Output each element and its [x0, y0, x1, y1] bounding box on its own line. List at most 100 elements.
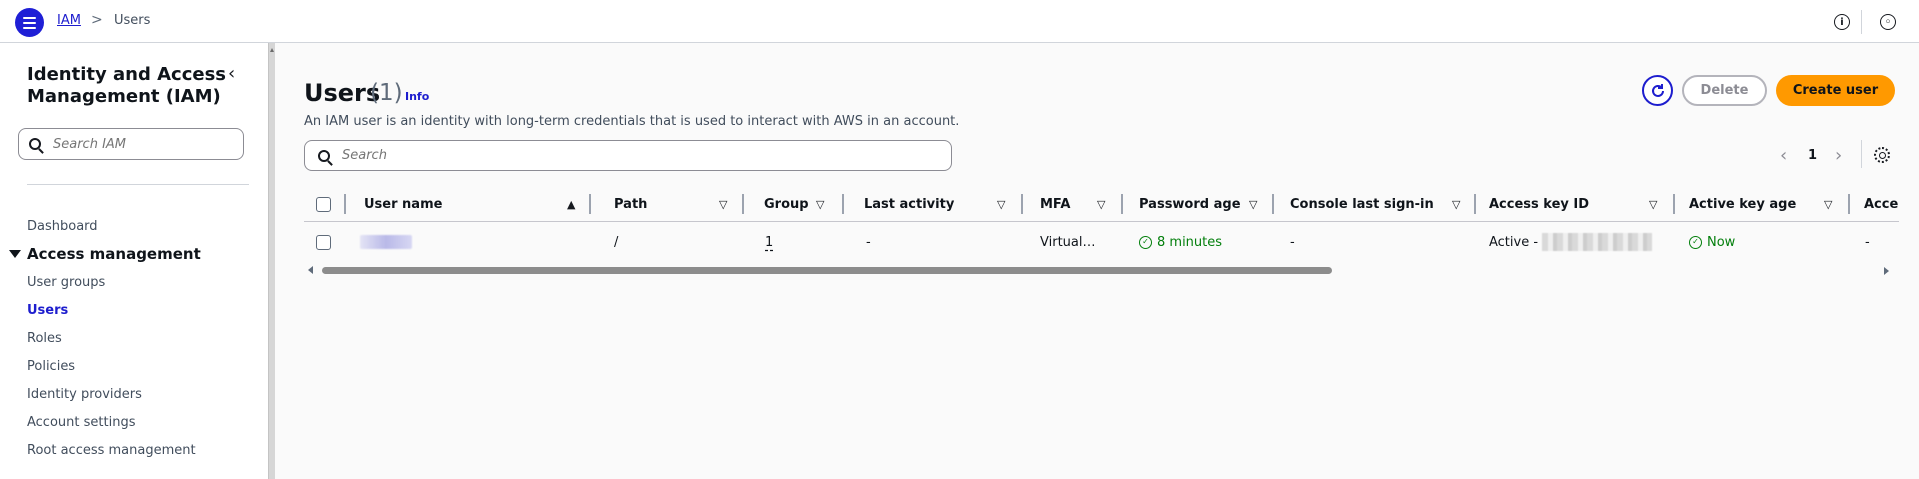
column-label: Groups [764, 196, 808, 212]
create-user-button[interactable]: Create user [1776, 75, 1895, 106]
sidebar-search-input[interactable] [53, 136, 233, 152]
sort-icon[interactable]: ▽ [1824, 198, 1832, 211]
column-header-mfa[interactable]: MFA ▽ [1040, 186, 1124, 222]
mfa-cell: Virtual… [1040, 234, 1096, 250]
user-name-link-redacted[interactable] [360, 235, 412, 249]
info-link[interactable]: Info [405, 90, 429, 103]
caret-down-icon [9, 250, 21, 258]
column-resizer[interactable] [1848, 194, 1850, 214]
sidebar-divider [27, 184, 249, 185]
sort-icon[interactable]: ▽ [1249, 198, 1257, 211]
sidebar-item-account-settings[interactable]: Account settings [27, 415, 135, 430]
menu-icon[interactable] [15, 8, 44, 37]
users-table: User name ▲ Path ▽ Groups ▽ Last activit… [304, 186, 1899, 262]
column-resizer[interactable] [344, 194, 346, 214]
sidebar-item-users[interactable]: Users [27, 303, 68, 318]
sort-ascending-icon[interactable]: ▲ [567, 198, 575, 211]
table-preferences-gear-icon[interactable] [1874, 147, 1890, 163]
row-checkbox-cell [316, 222, 331, 262]
sidebar: Identity and Access Management (IAM) ‹ D… [0, 43, 268, 479]
sidebar-item-user-groups[interactable]: User groups [27, 275, 105, 290]
column-resizer[interactable] [1272, 194, 1274, 214]
password-age-value: 8 minutes [1157, 234, 1223, 250]
breadcrumb-chevron-icon: > [91, 12, 103, 28]
column-resizer[interactable] [589, 194, 591, 214]
column-header-console-last-sign-in[interactable]: Console last sign-in ▽ [1290, 186, 1477, 222]
pagination-divider [1861, 140, 1862, 168]
top-navigation-bar: IAM > Users i ◦ [0, 0, 1919, 43]
user-count: (1) [370, 80, 403, 106]
access-key-id-cell: Active - [1489, 222, 1653, 262]
users-search[interactable] [304, 140, 952, 171]
access-key-last-used-cell: - [1865, 234, 1870, 250]
pagination-next-icon[interactable]: › [1835, 145, 1842, 166]
scrollbar-thumb[interactable] [322, 267, 1332, 274]
scroll-right-icon[interactable] [1884, 267, 1889, 275]
search-icon [318, 149, 330, 162]
sort-icon[interactable]: ▽ [1452, 198, 1460, 211]
success-check-icon: ✓ [1689, 235, 1702, 249]
row-checkbox[interactable] [316, 234, 331, 250]
column-label: Password age [1139, 196, 1241, 212]
select-all-checkbox[interactable] [316, 196, 331, 212]
sidebar-item-roles[interactable]: Roles [27, 331, 62, 346]
sort-icon[interactable]: ▽ [997, 198, 1005, 211]
sort-icon[interactable]: ▽ [719, 198, 727, 211]
active-key-age-cell: ✓ Now [1689, 222, 1735, 262]
sort-icon[interactable]: ▽ [816, 198, 824, 211]
user-name-cell [360, 222, 412, 262]
sidebar-item-dashboard[interactable]: Dashboard [27, 219, 98, 234]
sort-icon[interactable]: ▽ [1097, 198, 1105, 211]
column-header-path[interactable]: Path ▽ [614, 186, 744, 222]
column-header-access-key-last-used[interactable]: Acce [1864, 186, 1899, 222]
access-key-id-redacted [1542, 233, 1653, 251]
groups-cell: 1 [765, 222, 773, 262]
delete-button[interactable]: Delete [1682, 75, 1767, 106]
console-last-sign-in-cell: - [1290, 234, 1295, 250]
sidebar-item-identity-providers[interactable]: Identity providers [27, 387, 142, 402]
column-resizer[interactable] [1121, 194, 1123, 214]
column-resizer[interactable] [1673, 194, 1675, 214]
breadcrumb-iam-link[interactable]: IAM [57, 13, 81, 28]
sidebar-item-policies[interactable]: Policies [27, 359, 75, 374]
table-row[interactable]: / 1 - Virtual… ✓ 8 minutes - Active - ✓ … [304, 222, 1899, 262]
last-activity-cell: - [866, 234, 871, 250]
column-label: Access key ID [1489, 196, 1590, 212]
sidebar-section-label: Access management [27, 245, 201, 263]
column-label: MFA [1040, 196, 1071, 212]
sidebar-scrollbar[interactable] [268, 43, 275, 479]
column-resizer[interactable] [742, 194, 744, 214]
sidebar-title: Identity and Access Management (IAM) [27, 64, 227, 107]
column-label: Last activity [864, 196, 955, 212]
info-icon[interactable]: i [1834, 14, 1850, 30]
column-resizer[interactable] [842, 194, 844, 214]
column-label: Path [614, 196, 648, 212]
column-header-access-key-id[interactable]: Access key ID ▽ [1489, 186, 1676, 222]
breadcrumb-current: Users [114, 13, 151, 28]
column-header-user-name[interactable]: User name ▲ [364, 186, 591, 222]
column-resizer[interactable] [1474, 194, 1476, 214]
scroll-left-icon[interactable] [308, 266, 313, 274]
pagination-page-1[interactable]: 1 [1808, 148, 1817, 163]
access-key-status: Active - [1489, 234, 1539, 250]
topbar-divider [1861, 10, 1862, 34]
sidebar-search[interactable] [18, 128, 244, 160]
column-header-groups[interactable]: Groups ▽ [764, 186, 846, 222]
groups-count-link[interactable]: 1 [765, 235, 773, 250]
sort-icon[interactable]: ▽ [1649, 198, 1657, 211]
sidebar-item-root-access-management[interactable]: Root access management [27, 443, 196, 458]
pagination-previous-icon[interactable]: ‹ [1780, 145, 1787, 166]
notifications-settings-icon[interactable]: ◦ [1880, 14, 1896, 30]
users-search-input[interactable] [342, 148, 842, 163]
column-header-active-key-age[interactable]: Active key age ▽ [1689, 186, 1851, 222]
column-label: Console last sign-in [1290, 196, 1434, 212]
success-check-icon: ✓ [1139, 235, 1152, 249]
refresh-button[interactable] [1642, 75, 1673, 106]
column-header-last-activity[interactable]: Last activity ▽ [864, 186, 1024, 222]
column-header-password-age[interactable]: Password age ▽ [1139, 186, 1275, 222]
table-horizontal-scrollbar[interactable] [304, 265, 1899, 277]
column-resizer[interactable] [1021, 194, 1023, 214]
collapse-sidebar-icon[interactable]: ‹ [228, 63, 235, 84]
column-label: Active key age [1689, 196, 1797, 212]
sidebar-section-access-management[interactable]: Access management [9, 245, 201, 263]
